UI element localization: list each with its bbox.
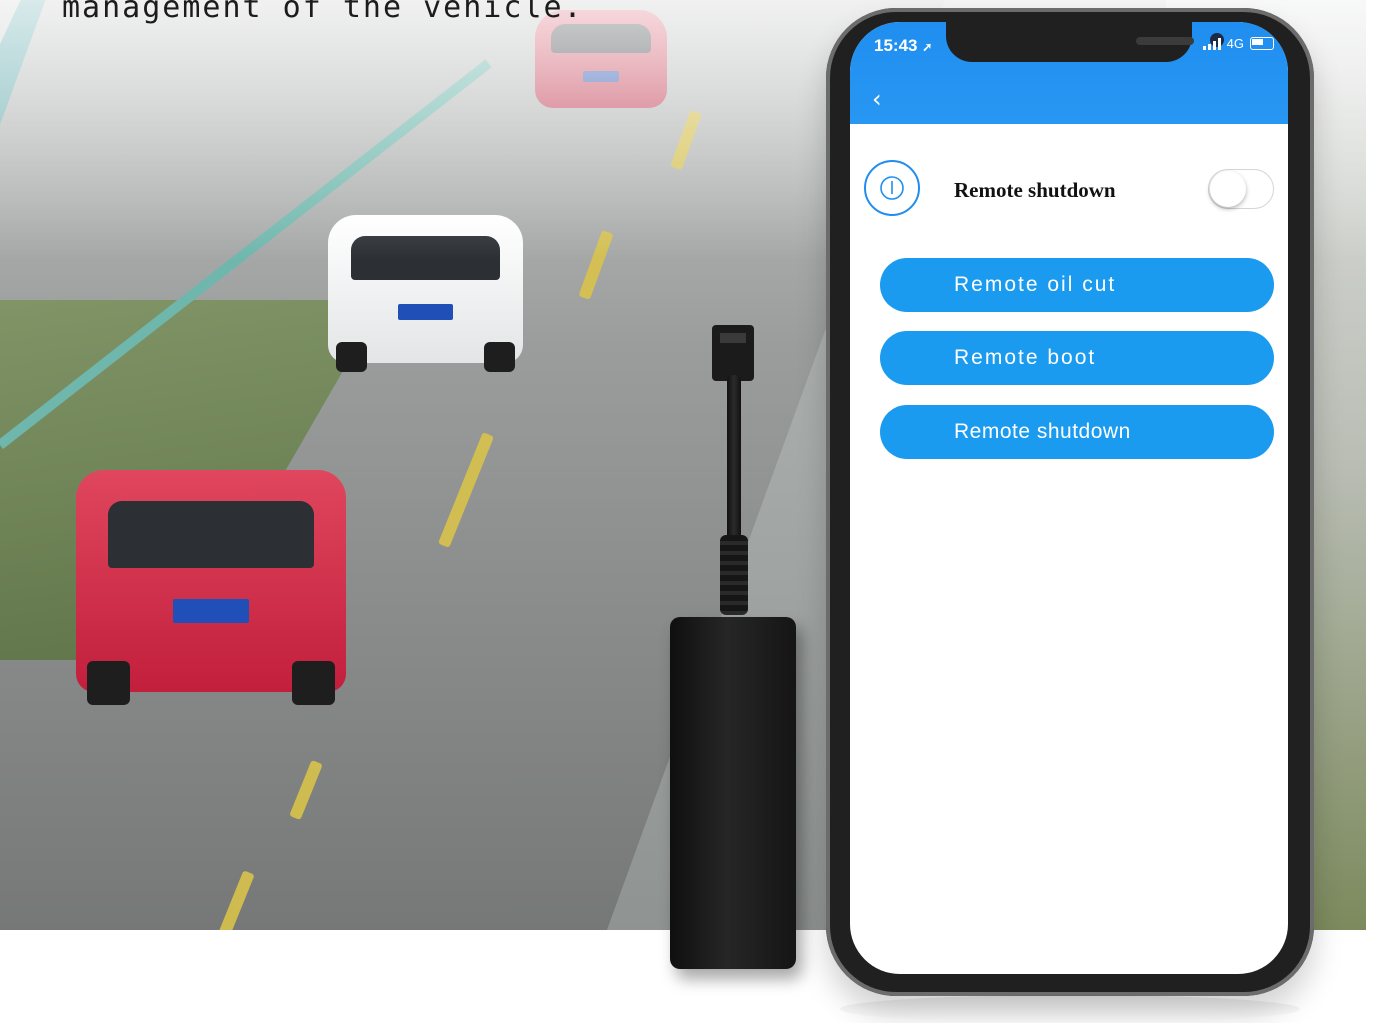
caption-text: management of the vehicle. bbox=[62, 0, 584, 25]
app-header-bar: 15:43 ➚ 4G ‹ bbox=[850, 22, 1288, 124]
back-chevron-icon[interactable]: ‹ bbox=[872, 84, 902, 114]
status-time: 15:43 ➚ bbox=[874, 36, 933, 55]
remote-shutdown-button[interactable]: Remote shutdown bbox=[880, 405, 1274, 459]
signal-icon bbox=[1202, 37, 1221, 50]
phone-reflection bbox=[840, 995, 1300, 1023]
toggle-knob bbox=[1210, 171, 1246, 207]
battery-icon bbox=[1250, 37, 1274, 50]
phone-notch bbox=[946, 22, 1224, 62]
tracker-body bbox=[670, 617, 796, 969]
phone-screen: 15:43 ➚ 4G ‹ Remote shutdown Remote oil … bbox=[850, 22, 1288, 974]
remote-shutdown-toggle[interactable] bbox=[1208, 169, 1274, 209]
power-icon bbox=[864, 160, 920, 216]
cable-strain-relief bbox=[720, 535, 748, 615]
remote-boot-button[interactable]: Remote boot bbox=[880, 331, 1274, 385]
remote-oil-cut-button[interactable]: Remote oil cut bbox=[880, 258, 1274, 312]
remote-shutdown-label: Remote shutdown bbox=[954, 178, 1116, 202]
car-red bbox=[76, 470, 346, 706]
remote-shutdown-row: Remote shutdown bbox=[850, 146, 1288, 236]
status-indicators: 4G bbox=[1202, 36, 1274, 51]
location-arrow-icon: ➚ bbox=[922, 40, 933, 54]
network-type: 4G bbox=[1226, 36, 1244, 51]
wire-connector bbox=[712, 325, 754, 381]
gps-tracker-device bbox=[670, 325, 800, 975]
